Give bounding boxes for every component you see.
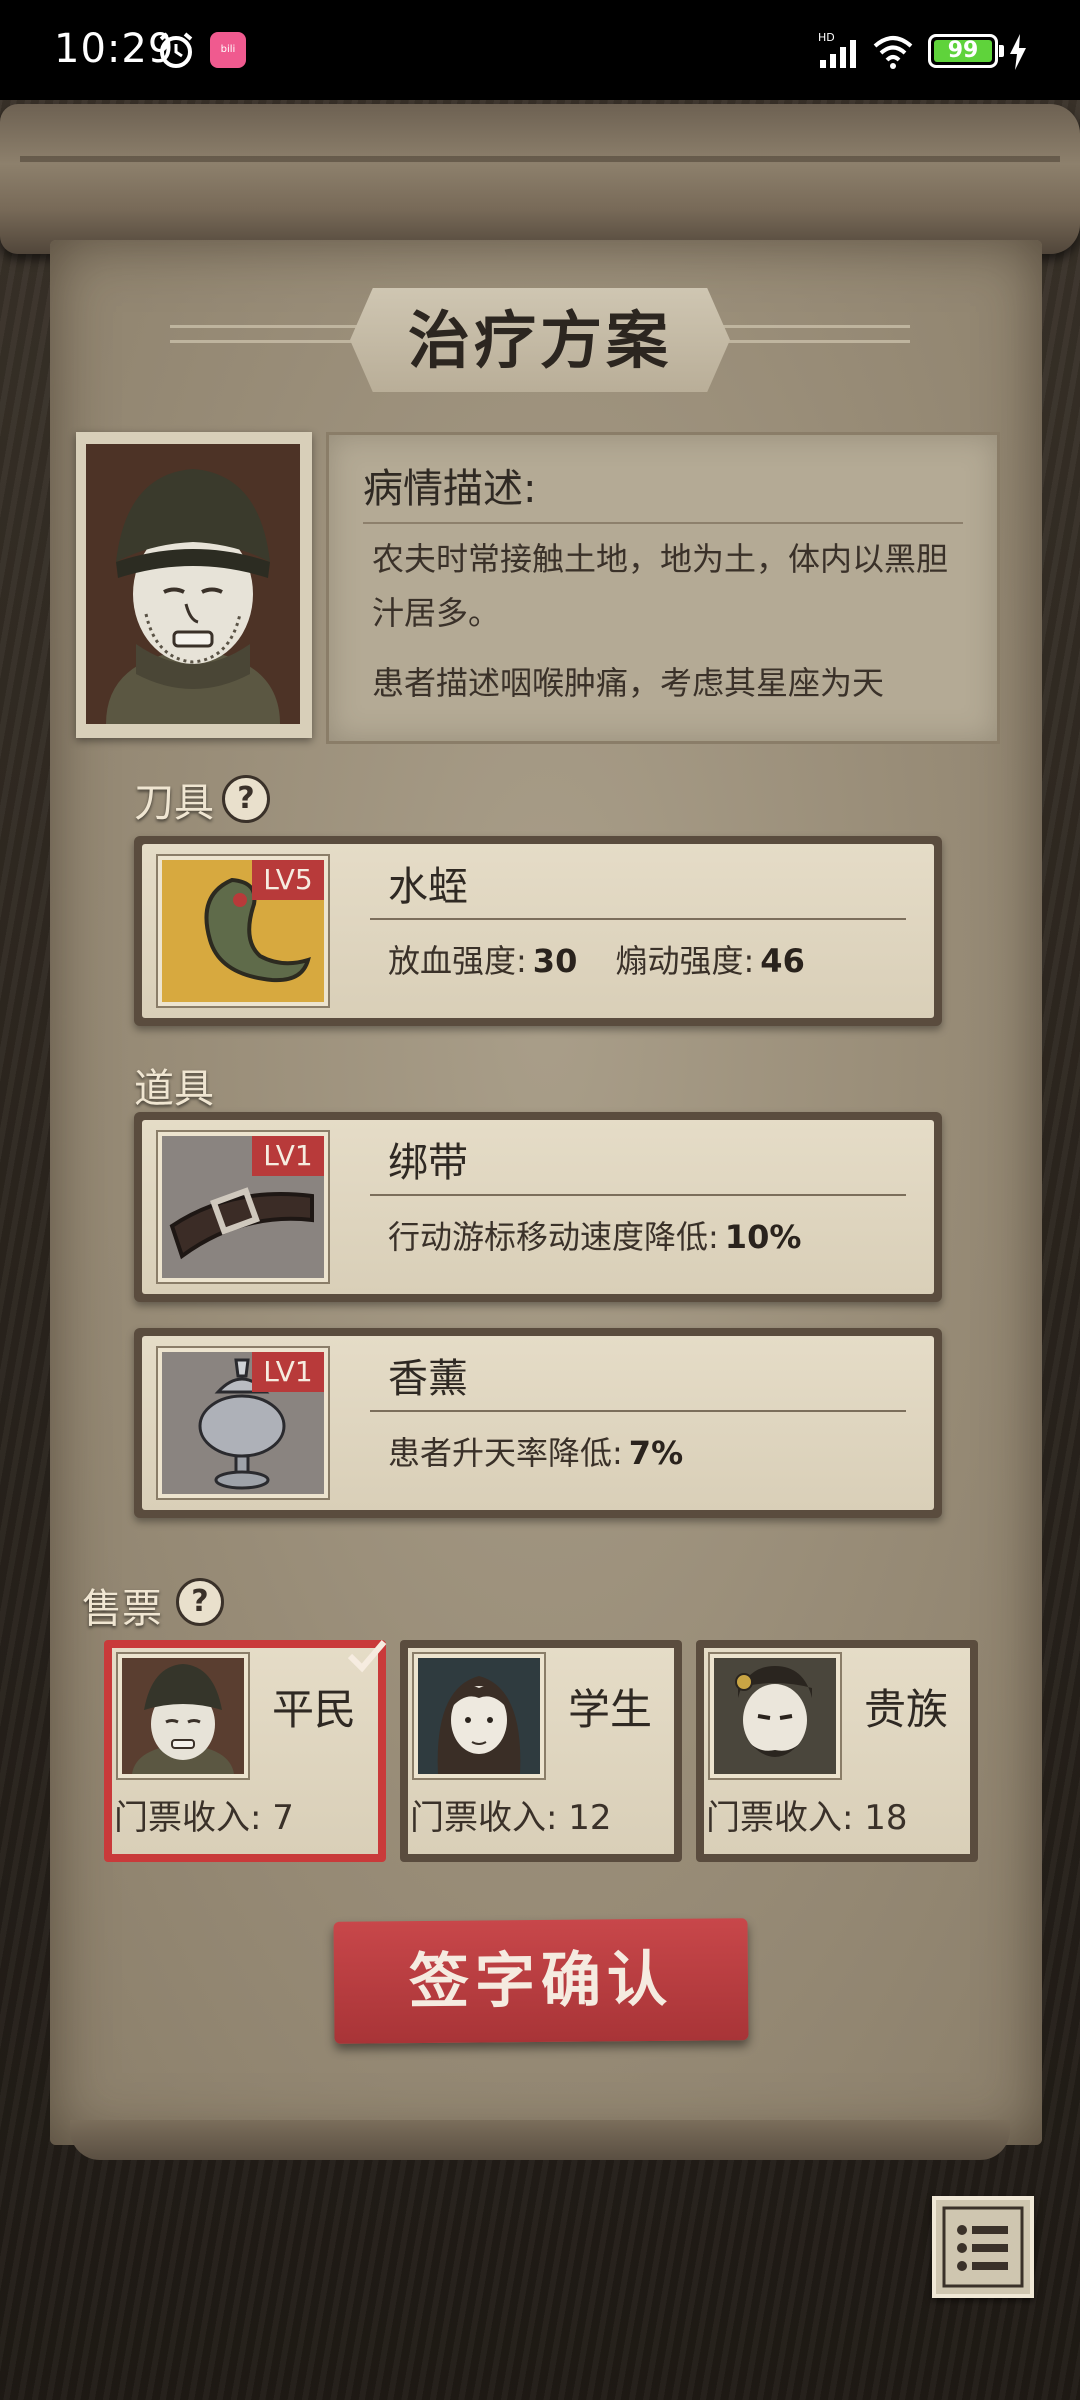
prop-divider — [370, 1410, 906, 1412]
commoner-face-icon — [132, 1664, 234, 1774]
battery-level: 99 — [947, 38, 979, 63]
ticket-income: 门票收入: 12 — [410, 1798, 612, 1838]
tool-level-badge: LV5 — [252, 860, 324, 900]
fan-strength-label: 煽动强度: — [615, 942, 755, 980]
patient-portrait — [86, 444, 300, 724]
tool-name: 水蛭 — [388, 864, 468, 910]
bilibili-app-icon: bili — [210, 32, 246, 68]
ticket-income: 门票收入: 7 — [114, 1798, 294, 1838]
tool-divider — [370, 918, 906, 920]
battery-icon: 99 — [928, 34, 1004, 68]
tickets-help-icon[interactable]: ? — [176, 1578, 224, 1626]
game-screen: { "status_bar": { "time": "10:29", "batt… — [0, 0, 1080, 2400]
commoner-portrait — [118, 1654, 248, 1778]
panel-title: 治疗方案 — [407, 304, 672, 377]
title-flourish-left — [170, 325, 370, 343]
condition-divider — [363, 522, 963, 524]
ticket-option-noble[interactable]: 贵族 门票收入: 18 — [696, 1640, 978, 1862]
signal-icon: HD — [818, 31, 856, 68]
ticket-name: 平民 — [272, 1685, 357, 1734]
list-menu-icon — [942, 2206, 1024, 2288]
tool-stats: 放血强度: 30 煽动强度: 46 — [388, 936, 805, 982]
wifi-icon — [873, 36, 913, 69]
condition-label: 病情描述: — [363, 466, 537, 512]
prop-stats: 行动游标移动速度降低: 10% — [388, 1212, 801, 1258]
props-section-label: 道具 — [134, 1066, 214, 1112]
condition-text-2: 患者描述咽喉肿痛，考虑其星座为天 — [372, 664, 885, 702]
alarm-icon — [159, 32, 193, 68]
title-flourish-right — [710, 325, 910, 343]
student-face-icon — [437, 1676, 521, 1774]
prop-divider — [370, 1194, 906, 1196]
ascension-rate-value: 7% — [628, 1434, 684, 1472]
prop-name: 绑带 — [388, 1140, 468, 1186]
incense-thumbnail: LV1 — [158, 1348, 328, 1498]
leech-thumbnail: LV5 — [158, 856, 328, 1006]
prop-level-badge: LV1 — [252, 1136, 324, 1176]
tools-help-icon[interactable]: ? — [222, 775, 270, 823]
list-menu-button[interactable] — [932, 2196, 1034, 2298]
noble-face-icon — [735, 1666, 812, 1757]
prop-card-bandage[interactable]: LV1 绑带 行动游标移动速度降低: 10% — [134, 1112, 942, 1302]
tool-card-leech[interactable]: LV5 水蛭 放血强度: 30 煽动强度: 46 — [134, 836, 942, 1026]
ascension-rate-label: 患者升天率降低: — [388, 1434, 623, 1472]
tools-section-label: 刀具 — [134, 780, 214, 826]
sign-confirm-button[interactable]: 签字确认 — [333, 1918, 749, 2044]
fan-strength-value: 46 — [760, 942, 805, 980]
cursor-speed-value: 10% — [724, 1218, 802, 1256]
ticket-option-student[interactable]: 学生 门票收入: 12 — [400, 1640, 682, 1862]
ticket-name: 学生 — [568, 1685, 653, 1734]
ticket-name: 贵族 — [864, 1685, 949, 1734]
parchment-bottom-edge — [70, 2120, 1010, 2160]
ticket-option-commoner[interactable]: 平民 门票收入: 7 — [104, 1640, 387, 1862]
checkmark-icon — [347, 1640, 387, 1673]
prop-stats: 患者升天率降低: 7% — [388, 1428, 683, 1474]
prop-level-badge: LV1 — [252, 1352, 324, 1392]
bandage-thumbnail: LV1 — [158, 1132, 328, 1282]
svg-text:HD: HD — [818, 31, 835, 44]
bleed-strength-label: 放血强度: — [388, 942, 527, 980]
cursor-speed-label: 行动游标移动速度降低: — [388, 1218, 719, 1256]
tickets-section-label: 售票 — [82, 1586, 162, 1632]
prop-name: 香薰 — [388, 1356, 468, 1402]
status-bar: 10:29 bili HD 99 — [0, 0, 1080, 100]
noble-portrait — [710, 1654, 840, 1778]
student-portrait — [414, 1654, 544, 1778]
charging-icon — [1010, 34, 1026, 70]
condition-text-1: 农夫时常接触土地，地为土，体内以黑胆汁居多。 — [372, 540, 949, 632]
bleed-strength-value: 30 — [532, 942, 578, 980]
ticket-income: 门票收入: 18 — [706, 1798, 908, 1838]
scroll-roll — [0, 104, 1080, 254]
prop-card-incense[interactable]: LV1 香薰 患者升天率降低: 7% — [134, 1328, 942, 1518]
